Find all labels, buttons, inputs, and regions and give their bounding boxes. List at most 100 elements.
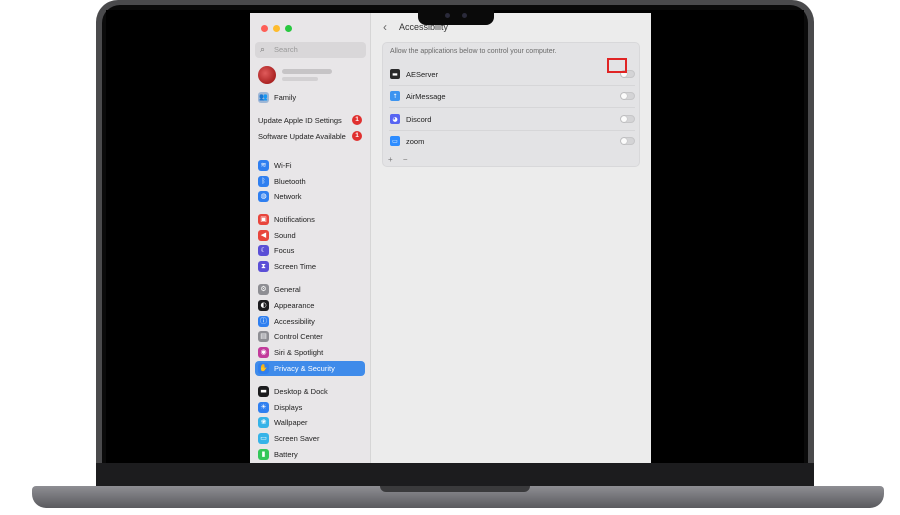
sidebar-item-label: Sound [274,231,296,240]
accessibility-icon: ⓘ [258,316,269,327]
hand-icon: ✋ [258,363,269,374]
network-icon: ◍ [258,191,269,202]
sidebar-item-label: Notifications [274,215,315,224]
app-row-discord: ◕ Discord [383,108,639,130]
aeserver-icon: ▬ [390,69,400,79]
sidebar-item-label: Focus [274,246,295,255]
update-apple-id-link[interactable]: Update Apple ID Settings [258,116,342,125]
sidebar-item-battery[interactable]: ▮ Battery [255,447,365,462]
camera-sensor-icon [462,13,467,18]
bluetooth-icon: ᛒ [258,176,269,187]
camera-icon [445,13,450,18]
discord-icon: ◕ [390,114,400,124]
siri-icon: ◉ [258,347,269,358]
sidebar-item-control-center[interactable]: ▤ Control Center [255,329,365,344]
accessibility-pane: ‹ Accessibility Allow the applications b… [372,13,651,463]
notifications-icon: ▣ [258,214,269,225]
add-app-button[interactable]: + [388,155,393,164]
sidebar-item-label: Screen Saver [274,434,320,443]
sidebar-item-label: Battery [274,450,298,459]
sidebar-item-label: General [274,285,301,294]
sidebar-item-label: Displays [274,403,303,412]
app-row-zoom: ▭ zoom [383,130,639,152]
sidebar-item-dock[interactable]: ▬ Desktop & Dock [255,384,365,399]
sound-icon: ◀ [258,230,269,241]
sidebar-item-displays[interactable]: ☀ Displays [255,400,365,415]
sidebar-item-accessibility[interactable]: ⓘ Accessibility [255,314,365,329]
avatar[interactable] [258,66,276,84]
sidebar-item-label: Privacy & Security [274,364,335,373]
app-row-aeserver: ▬ AEServer [383,63,639,85]
close-window-button[interactable] [261,25,268,32]
system-settings-window: ⌕ Search 👥 Family Update Apple ID Settin… [250,13,651,463]
remove-app-button[interactable]: − [403,155,408,164]
sidebar-item-label: Bluetooth [274,177,306,186]
screen-time-icon: ⧗ [258,261,269,272]
app-name: AirMessage [406,92,446,101]
sidebar-item-label: Wallpaper [274,418,308,427]
list-footer: + − [388,155,416,164]
gear-icon: ⚙ [258,284,269,295]
update-apple-id-badge: 1 [352,115,362,125]
laptop-hinge [96,463,814,488]
sidebar-item-appearance[interactable]: ◐ Appearance [255,298,365,313]
search-placeholder: Search [274,45,298,54]
laptop-base-lip [380,486,530,492]
wallpaper-icon: ❀ [258,417,269,428]
sidebar-item-label: Desktop & Dock [274,387,328,396]
software-update-badge: 1 [352,131,362,141]
search-field[interactable]: ⌕ Search [255,42,366,58]
sidebar-item-label: Siri & Spotlight [274,348,324,357]
sidebar-item-label: Appearance [274,301,315,310]
permissions-description: Allow the applications below to control … [390,48,557,55]
sidebar-item-screen-saver[interactable]: ▭ Screen Saver [255,431,365,446]
apple-id-name-redacted [282,69,332,74]
zoom-window-button[interactable] [285,25,292,32]
sidebar-item-notifications[interactable]: ▣ Notifications [255,212,365,227]
sidebar-item-label: Control Center [274,332,323,341]
dock-icon: ▬ [258,386,269,397]
sidebar-item-focus[interactable]: ☾ Focus [255,243,365,258]
app-name: AEServer [406,70,439,79]
zoom-icon: ▭ [390,136,400,146]
discord-toggle[interactable] [620,115,635,123]
control-center-icon: ▤ [258,331,269,342]
software-update-link[interactable]: Software Update Available [258,132,346,141]
airmessage-icon: ↑ [390,91,400,101]
sidebar-item-gear[interactable]: ⚙ General [255,282,365,297]
displays-icon: ☀ [258,402,269,413]
sidebar-item-bluetooth[interactable]: ᛒ Bluetooth [255,174,365,189]
sidebar-item-label: Family [274,93,297,102]
app-row-airmessage: ↑ AirMessage [383,85,639,107]
airmessage-toggle-highlight [607,58,627,73]
sidebar-item-sound[interactable]: ◀ Sound [255,228,365,243]
battery-icon: ▮ [258,449,269,460]
apple-id-sub-redacted [282,77,318,81]
focus-icon: ☾ [258,245,269,256]
minimize-window-button[interactable] [273,25,280,32]
sidebar-item-screen-time[interactable]: ⧗ Screen Time [255,259,365,274]
app-name: zoom [406,137,425,146]
sidebar-item-label: Accessibility [274,317,315,326]
sidebar-item-network[interactable]: ◍ Network [255,189,365,204]
zoom-toggle[interactable] [620,137,635,145]
appearance-icon: ◐ [258,300,269,311]
sidebar-item-label: Network [274,192,302,201]
screen-saver-icon: ▭ [258,433,269,444]
family-icon: 👥 [258,92,269,103]
airmessage-toggle[interactable] [620,92,635,100]
sidebar-item-family[interactable]: 👥 Family [255,90,365,105]
sidebar: ⌕ Search 👥 Family Update Apple ID Settin… [250,13,371,463]
sidebar-item-wifi[interactable]: ≋ Wi-Fi [255,158,365,173]
sidebar-item-label: Wi-Fi [274,161,292,170]
sidebar-item-hand[interactable]: ✋ Privacy & Security [255,361,365,376]
app-name: Discord [406,115,432,124]
search-icon: ⌕ [260,44,266,54]
camera-notch [418,5,494,25]
sidebar-item-siri[interactable]: ◉ Siri & Spotlight [255,345,365,360]
app-permissions-list: Allow the applications below to control … [382,42,640,167]
back-chevron-icon[interactable]: ‹ [383,20,387,34]
sidebar-item-label: Screen Time [274,262,317,271]
sidebar-item-wallpaper[interactable]: ❀ Wallpaper [255,415,365,430]
wifi-icon: ≋ [258,160,269,171]
